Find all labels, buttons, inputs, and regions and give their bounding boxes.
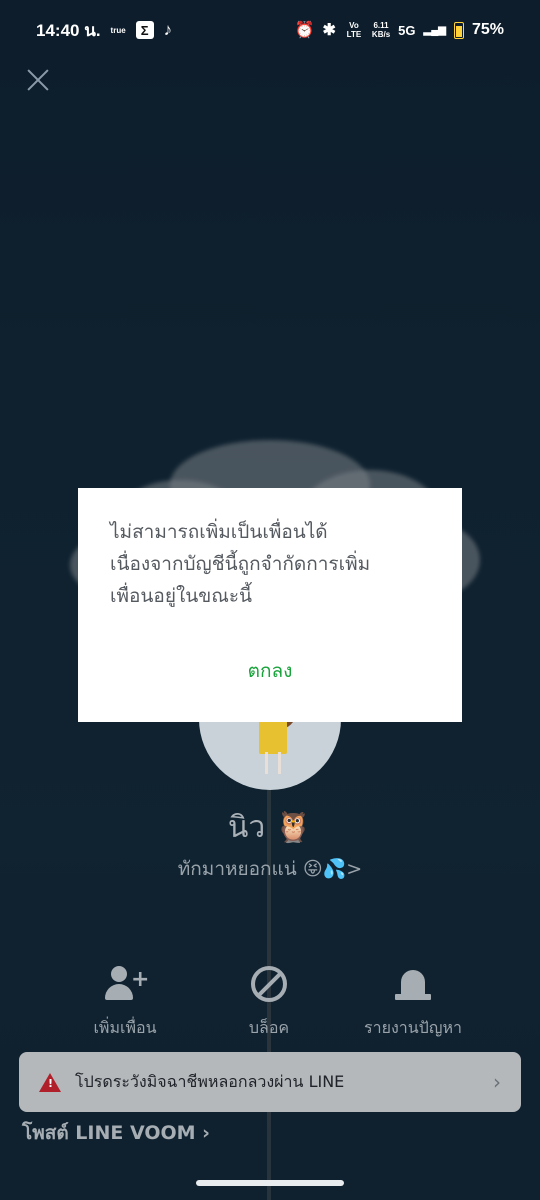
report-button[interactable]: รายงานปัญหา xyxy=(333,962,493,1041)
network-type: 5G xyxy=(398,22,416,38)
status-bar: 14:40 น. true Σ ♪ ⏰ ✱ Vo LTE 6.11 KB/s 5… xyxy=(0,0,540,60)
block-icon xyxy=(251,966,287,1002)
scam-warning-banner[interactable]: ! โปรดระวังมิจฉาชีพหลอกลวงผ่าน LINE › xyxy=(19,1052,521,1112)
tiktok-icon: ♪ xyxy=(163,20,173,39)
profile-name: นิว 🦉 xyxy=(227,810,313,845)
alarm-icon: ⏰ xyxy=(294,22,315,39)
gesture-navigation-handle[interactable] xyxy=(196,1180,344,1186)
block-label: บล็อค xyxy=(248,1018,290,1037)
report-label: รายงานปัญหา xyxy=(363,1018,462,1037)
bluetooth-icon: ✱ xyxy=(322,22,336,39)
add-friend-label: เพิ่มเพื่อน xyxy=(93,1018,157,1037)
network-speed-value: 6.11 xyxy=(373,21,389,30)
battery-icon xyxy=(453,21,464,39)
block-button[interactable]: บล็อค xyxy=(189,962,349,1041)
dialog-message-line: ไม่สามารถเพิ่มเป็นเพื่อนได้ xyxy=(110,521,328,543)
avatar-figure-legs xyxy=(265,752,281,774)
network-speed-unit: KB/s xyxy=(371,30,391,39)
report-icon xyxy=(395,966,431,1002)
scam-warning-text: โปรดระวังมิจฉาชีพหลอกลวงผ่าน LINE xyxy=(75,1071,345,1091)
line-voom-link[interactable]: โพสต์ LINE VOOM › xyxy=(22,1118,210,1148)
chevron-right-icon: › xyxy=(493,1070,501,1094)
signal-icon: ▂▄▆ xyxy=(423,24,446,36)
ok-button[interactable]: ตกลง xyxy=(78,656,462,686)
close-icon[interactable] xyxy=(22,64,54,96)
profile-status-message[interactable]: ทักมาหยอกแน่ 😝💦> xyxy=(0,854,540,884)
volte-icon: Vo LTE xyxy=(346,21,362,39)
status-time: 14:40 น. xyxy=(36,20,101,40)
warning-icon: ! xyxy=(39,1072,61,1092)
battery-percent: 75% xyxy=(471,21,504,38)
add-friend-button[interactable]: + เพิ่มเพื่อน xyxy=(45,962,205,1041)
profile-actions: + เพิ่มเพื่อน บล็อค รายงานปัญหา xyxy=(0,962,540,1042)
dialog-message: ไม่สามารถเพิ่มเป็นเพื่อนได้ เนื่องจากบัญ… xyxy=(110,516,430,612)
alert-dialog: ไม่สามารถเพิ่มเป็นเพื่อนได้ เนื่องจากบัญ… xyxy=(78,488,462,722)
sigma-app-icon: Σ xyxy=(135,21,154,39)
add-friend-icon: + xyxy=(105,966,149,1002)
network-speed: 6.11 KB/s xyxy=(372,21,390,39)
dialog-message-line: เพื่อนอยู่ในขณะนี้ xyxy=(110,585,253,607)
carrier-label: true xyxy=(110,25,126,35)
dialog-message-line: เนื่องจากบัญชีนี้ถูกจำกัดการเพิ่ม xyxy=(110,553,371,575)
